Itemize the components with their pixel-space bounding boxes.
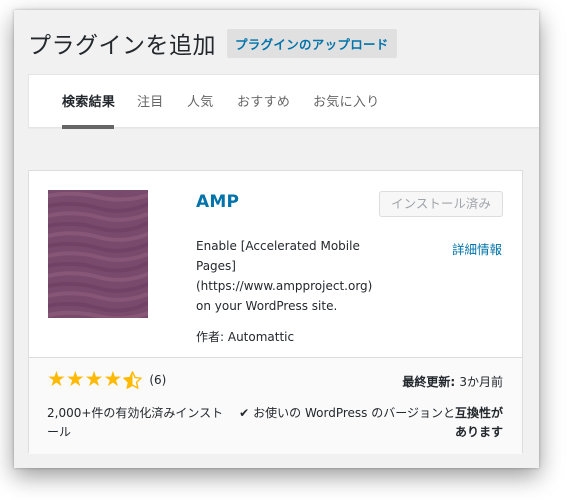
compatibility-status: ✔ お使いの WordPress のバージョンと互換性があります — [228, 404, 503, 442]
tab-featured[interactable]: 注目 — [137, 91, 164, 110]
star-full-icon: ★ — [47, 367, 66, 392]
plugin-banner-icon[interactable] — [48, 190, 148, 318]
author-name-link[interactable]: Automattic — [228, 330, 294, 344]
rating-count[interactable]: (6) — [149, 373, 166, 387]
compat-bold: 互換性があります — [454, 406, 503, 439]
last-updated-label: 最終更新: — [402, 375, 460, 389]
current-tab-indicator — [62, 125, 114, 129]
upload-plugin-button[interactable]: プラグインのアップロード — [227, 28, 397, 58]
tab-recommended[interactable]: おすすめ — [237, 91, 290, 110]
more-details-link[interactable]: 詳細情報 — [452, 239, 502, 258]
plugin-description: Enable [Accelerated Mobile Pages] (https… — [196, 239, 373, 313]
author-label: 作者: — [196, 330, 228, 344]
star-full-icon: ★ — [103, 367, 123, 392]
star-full-icon: ★ — [65, 367, 85, 392]
filter-tabs-bar: 検索結果 注目 人気 おすすめ お気に入り — [28, 74, 539, 129]
checkmark-icon: ✔ — [239, 406, 250, 420]
plugin-author: 作者: Automattic — [196, 328, 294, 345]
last-updated: 最終更新: 3か月前 — [402, 373, 503, 390]
tab-favorites[interactable]: お気に入り — [313, 91, 380, 110]
star-half-icon — [122, 369, 143, 391]
active-installs: 2,000+件の有効化済みインストール — [47, 406, 224, 439]
star-rating: ★ ★ ★ ★ (6) — [47, 369, 166, 391]
page-header: プラグインを追加 プラグインのアップロード — [28, 26, 397, 60]
tab-search-results[interactable]: 検索結果 — [62, 91, 115, 110]
plugin-name-link[interactable]: AMP — [196, 192, 239, 212]
page-title: プラグインを追加 — [28, 33, 216, 59]
last-updated-value: 3か月前 — [459, 375, 503, 389]
installed-button: インストール済み — [379, 191, 503, 217]
plugin-install-window: プラグインを追加 プラグインのアップロード 検索結果 注目 人気 おすすめ お気… — [14, 10, 539, 468]
plugin-card: AMP インストール済み 詳細情報 Enable [Accelerated Mo… — [28, 170, 523, 454]
star-full-icon: ★ — [84, 367, 104, 392]
compat-prefix: お使いの WordPress のバージョンと — [253, 406, 455, 420]
tab-popular[interactable]: 人気 — [187, 91, 214, 110]
plugin-card-top: AMP インストール済み 詳細情報 Enable [Accelerated Mo… — [29, 171, 522, 357]
plugin-card-bottom: ★ ★ ★ ★ (6) 2,000+件の有効化済みインストール 最終更新: 3か… — [29, 357, 522, 454]
